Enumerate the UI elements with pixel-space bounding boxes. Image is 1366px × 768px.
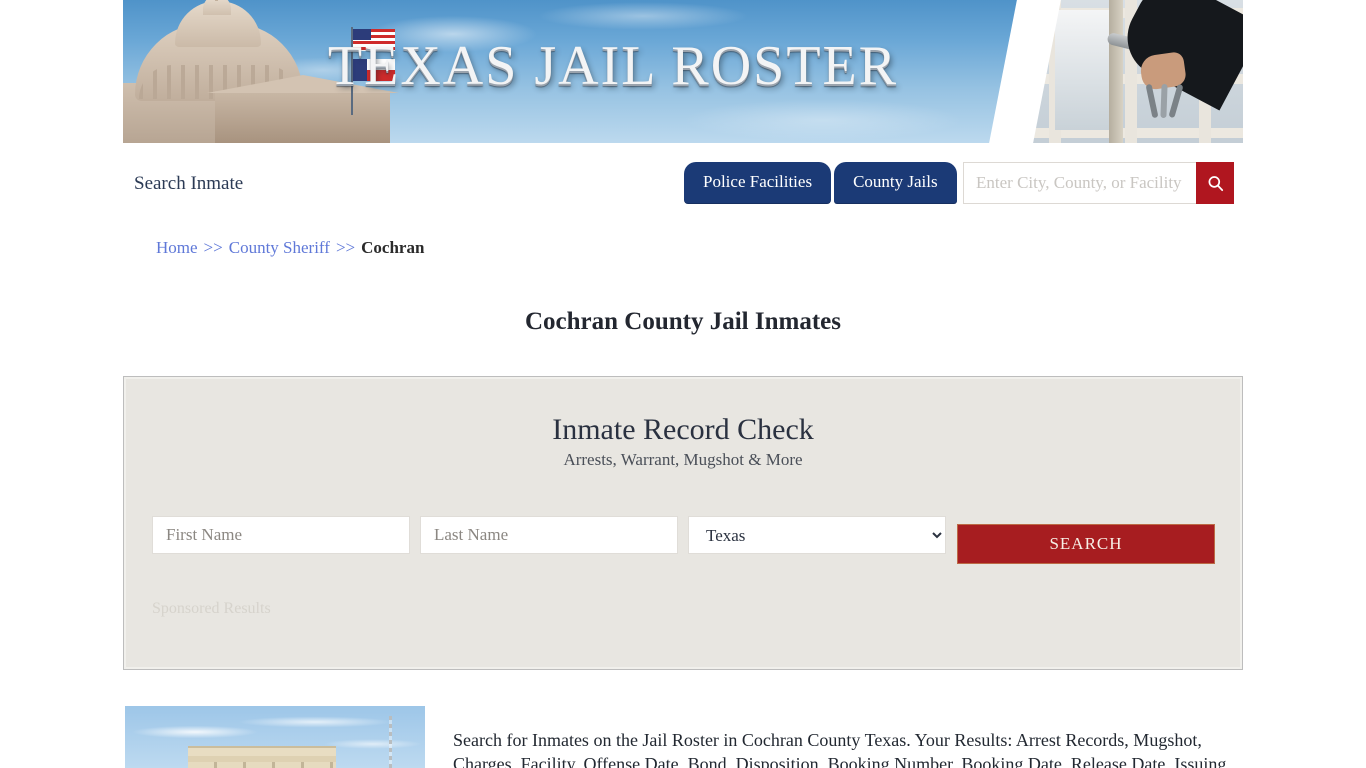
site-brand: Search Inmate: [134, 173, 244, 194]
breadcrumb-separator: >>: [203, 238, 223, 257]
search-button[interactable]: SEARCH: [957, 524, 1215, 564]
content-section: Search for Inmates on the Jail Roster in…: [123, 700, 1243, 768]
header-search: [963, 162, 1234, 204]
nav-tabs: Police Facilities County Jails: [684, 162, 960, 205]
breadcrumb-county-sheriff[interactable]: County Sheriff: [229, 238, 330, 257]
page-root: TEXAS JAIL ROSTER Search Inmate Police F…: [0, 0, 1366, 768]
jail-cell-image: [1013, 0, 1243, 143]
breadcrumb-home[interactable]: Home: [156, 238, 198, 257]
sponsored-results-label: Sponsored Results: [152, 600, 271, 617]
panel-subtitle: Arrests, Warrant, Mugshot & More: [563, 450, 803, 469]
last-name-input[interactable]: [420, 516, 678, 554]
jail-building-thumbnail: [125, 706, 425, 768]
first-name-input[interactable]: [152, 516, 410, 554]
breadcrumb: Home >> County Sheriff >> Cochran: [156, 238, 424, 258]
keys-icon: [1145, 83, 1185, 124]
search-icon: [1208, 175, 1223, 191]
panel-title: Inmate Record Check: [552, 413, 814, 446]
page-title: Cochran County Jail Inmates: [525, 307, 841, 335]
tab-police-facilities[interactable]: Police Facilities: [684, 162, 832, 205]
site-banner: TEXAS JAIL ROSTER: [123, 0, 1243, 143]
state-select[interactable]: Texas: [688, 516, 946, 554]
top-nav: Search Inmate Police Facilities County J…: [123, 143, 1243, 223]
antenna-tower-icon: [389, 716, 392, 768]
breadcrumb-separator: >>: [335, 238, 356, 257]
content-paragraph: Search for Inmates on the Jail Roster in…: [453, 730, 1227, 768]
header-search-input[interactable]: [963, 162, 1196, 204]
breadcrumb-current: Cochran: [361, 238, 425, 257]
inmate-search-form: Texas SEARCH: [152, 516, 1215, 564]
inmate-record-check-panel: Inmate Record Check Arrests, Warrant, Mu…: [123, 376, 1243, 670]
tab-county-jails[interactable]: County Jails: [834, 162, 957, 205]
header-search-button[interactable]: [1196, 162, 1234, 204]
